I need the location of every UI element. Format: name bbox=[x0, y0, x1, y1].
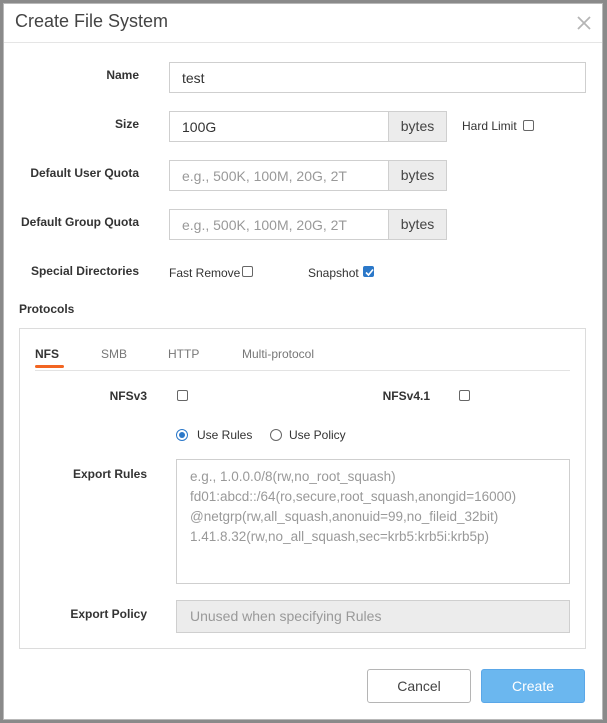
export-rules-textarea[interactable]: e.g., 1.0.0.0/8(rw,no_root_squash) fd01:… bbox=[176, 459, 570, 584]
export-rules-label: Export Rules bbox=[72, 467, 147, 481]
create-file-system-dialog: Create File System Name Size bytes Hard … bbox=[3, 3, 603, 720]
size-label: Size bbox=[114, 117, 139, 131]
export-policy-label: Export Policy bbox=[70, 607, 147, 621]
size-unit-addon: bytes bbox=[388, 111, 447, 142]
checkmark-icon bbox=[365, 268, 374, 277]
tabs-divider bbox=[35, 370, 570, 371]
nfsv3-label: NFSv3 bbox=[109, 389, 147, 403]
nfsv41-label: NFSv4.1 bbox=[382, 389, 430, 403]
group-quota-unit-addon: bytes bbox=[388, 209, 447, 240]
nfsv41-checkbox[interactable] bbox=[459, 390, 470, 401]
close-x-icon[interactable] bbox=[575, 14, 593, 32]
name-label: Name bbox=[106, 68, 139, 82]
tab-http[interactable]: HTTP bbox=[168, 347, 199, 361]
tab-smb[interactable]: SMB bbox=[101, 347, 127, 361]
nfsv3-checkbox[interactable] bbox=[177, 390, 188, 401]
fast-remove-label: Fast Remove bbox=[169, 266, 241, 280]
use-policy-label: Use Policy bbox=[289, 428, 346, 442]
export-policy-input: Unused when specifying Rules bbox=[176, 600, 570, 633]
name-input[interactable] bbox=[169, 62, 586, 93]
use-rules-radio[interactable] bbox=[176, 429, 188, 441]
protocols-label: Protocols bbox=[19, 302, 75, 316]
hard-limit-label: Hard Limit bbox=[462, 119, 517, 133]
size-input[interactable] bbox=[169, 111, 389, 142]
user-quota-unit-addon: bytes bbox=[388, 160, 447, 191]
tab-multi-protocol[interactable]: Multi-protocol bbox=[242, 347, 314, 361]
special-directories-label: Special Directories bbox=[30, 264, 139, 278]
cancel-button[interactable]: Cancel bbox=[367, 669, 471, 703]
hard-limit-checkbox[interactable] bbox=[523, 120, 534, 131]
snapshot-label: Snapshot bbox=[308, 266, 359, 280]
dialog-header: Create File System bbox=[4, 4, 602, 43]
default-group-quota-label: Default Group Quota bbox=[21, 215, 139, 229]
default-user-quota-label: Default User Quota bbox=[30, 166, 139, 180]
fast-remove-checkbox[interactable] bbox=[242, 266, 253, 277]
default-user-quota-input[interactable] bbox=[169, 160, 389, 191]
create-button[interactable]: Create bbox=[481, 669, 585, 703]
snapshot-checkbox[interactable] bbox=[363, 266, 374, 277]
use-rules-label: Use Rules bbox=[197, 428, 253, 442]
default-group-quota-input[interactable] bbox=[169, 209, 389, 240]
active-tab-underline bbox=[35, 365, 64, 368]
dialog-title: Create File System bbox=[15, 11, 169, 31]
use-policy-radio[interactable] bbox=[270, 429, 282, 441]
tab-nfs[interactable]: NFS bbox=[35, 347, 59, 361]
